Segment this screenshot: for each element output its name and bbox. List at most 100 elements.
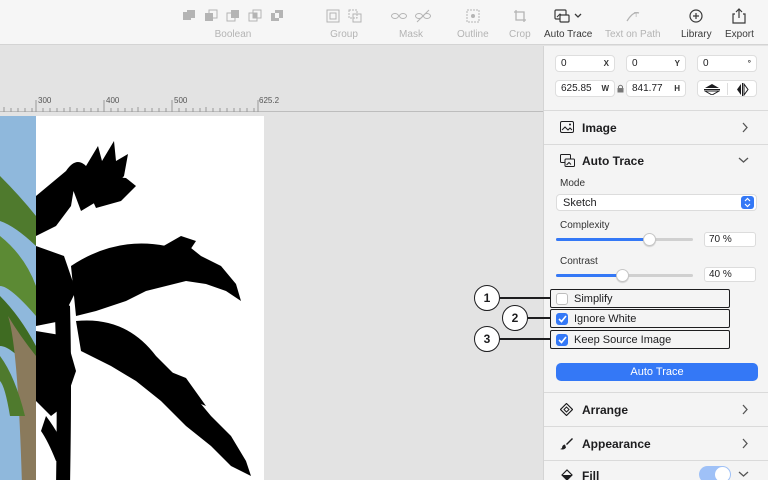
x-field[interactable]: 0 X: [555, 55, 615, 72]
checkmark-icon: [557, 314, 567, 323]
svg-text:T: T: [634, 12, 639, 19]
auto-trace-icon: [554, 9, 570, 23]
callout-line: [528, 317, 551, 319]
flip-control: [697, 80, 757, 97]
outline-label: Outline: [457, 29, 489, 40]
complexity-slider-knob[interactable]: [643, 233, 656, 246]
callout-line: [500, 297, 551, 299]
library-label: Library: [681, 29, 712, 40]
image-icon: [560, 121, 574, 133]
artboard[interactable]: [36, 116, 264, 480]
keep-source-image-option[interactable]: Keep Source Image: [550, 330, 730, 349]
chevron-right-icon: [742, 122, 748, 133]
text-on-path-button[interactable]: T Text on Path: [605, 7, 661, 40]
contrast-label: Contrast: [560, 256, 598, 267]
toggle-knob: [715, 467, 730, 480]
width-field[interactable]: 625.85 W: [555, 80, 615, 97]
crop-label: Crop: [509, 29, 531, 40]
contrast-slider-knob[interactable]: [616, 269, 629, 282]
mask-icon[interactable]: [391, 9, 407, 23]
ungroup-icon[interactable]: [348, 9, 362, 23]
exclude-icon[interactable]: [270, 9, 284, 23]
auto-trace-run-button[interactable]: Auto Trace: [556, 363, 758, 381]
union-icon[interactable]: [182, 9, 196, 23]
complexity-value: 70 %: [709, 234, 732, 245]
complexity-slider[interactable]: [556, 233, 693, 246]
chevron-down-icon[interactable]: [738, 471, 749, 478]
complexity-label: Complexity: [560, 220, 610, 231]
arrange-section-title: Arrange: [582, 403, 629, 417]
ruler-tick-label: 300: [38, 96, 52, 105]
contrast-slider[interactable]: [556, 269, 693, 282]
unmask-icon[interactable]: [415, 9, 431, 23]
width-unit: W: [601, 84, 609, 93]
y-unit: Y: [674, 59, 680, 68]
auto-trace-button[interactable]: Auto Trace: [544, 7, 592, 40]
height-value: 841.77: [632, 83, 663, 94]
canvas[interactable]: 300 400 500 625.2: [0, 46, 543, 480]
ignore-white-option[interactable]: Ignore White: [550, 309, 730, 328]
image-section-title: Image: [582, 121, 617, 135]
chevron-down-icon[interactable]: [738, 157, 749, 164]
outline-icon: [466, 9, 480, 23]
contrast-slider-fill: [556, 274, 623, 277]
simplify-option[interactable]: Simplify: [550, 289, 730, 308]
width-value: 625.85: [561, 83, 592, 94]
boolean-group[interactable]: Boolean: [182, 7, 284, 40]
subtract-icon[interactable]: [204, 9, 218, 23]
chevron-right-icon: [742, 438, 748, 449]
flip-horizontal-icon[interactable]: [736, 83, 750, 96]
contrast-field[interactable]: 40 %: [704, 267, 756, 282]
appearance-section-title: Appearance: [582, 437, 651, 451]
paintbrush-icon: [560, 438, 573, 450]
complexity-slider-fill: [556, 238, 650, 241]
crop-button[interactable]: Crop: [509, 7, 531, 40]
image-section[interactable]: Image: [544, 110, 768, 144]
auto-trace-icon: [560, 154, 575, 167]
x-unit: X: [603, 59, 609, 68]
simplify-checkbox[interactable]: [556, 292, 568, 305]
lock-icon[interactable]: [617, 84, 624, 93]
mode-select[interactable]: Sketch: [556, 194, 757, 211]
fill-section[interactable]: Fill: [544, 460, 768, 480]
keep-source-image-label: Keep Source Image: [574, 333, 672, 346]
text-on-path-label: Text on Path: [605, 29, 661, 40]
export-button[interactable]: Export: [725, 7, 754, 40]
x-value: 0: [561, 58, 567, 69]
export-label: Export: [725, 29, 754, 40]
outline-button[interactable]: Outline: [457, 7, 489, 40]
group-label: Group: [330, 29, 358, 40]
ruler-tick-label: 400: [106, 96, 120, 105]
flip-vertical-icon[interactable]: [704, 83, 720, 95]
keep-source-image-checkbox[interactable]: [556, 333, 568, 346]
rotation-field[interactable]: 0 °: [697, 55, 757, 72]
horizontal-ruler[interactable]: 300 400 500 625.2: [0, 96, 543, 112]
rotation-unit: °: [747, 59, 751, 68]
chevron-down-icon: [574, 13, 582, 18]
source-image[interactable]: [0, 116, 36, 480]
difference-icon[interactable]: [248, 9, 262, 23]
auto-trace-label: Auto Trace: [544, 29, 593, 40]
callout-1: 1: [474, 285, 500, 311]
mode-label: Mode: [560, 178, 586, 189]
complexity-field[interactable]: 70 %: [704, 232, 756, 247]
y-field[interactable]: 0 Y: [626, 55, 686, 72]
callout-3: 3: [474, 326, 500, 352]
appearance-section[interactable]: Appearance: [544, 426, 768, 460]
paint-bucket-icon: [561, 469, 573, 480]
group-group[interactable]: Group: [326, 7, 362, 40]
arrange-section[interactable]: Arrange: [544, 392, 768, 426]
mask-group[interactable]: Mask: [391, 7, 431, 40]
traced-palm-tree[interactable]: [36, 116, 264, 480]
fill-section-title: Fill: [582, 469, 600, 480]
auto-trace-section-title[interactable]: Auto Trace: [582, 154, 644, 168]
crop-icon: [513, 10, 526, 22]
group-icon[interactable]: [326, 9, 340, 23]
ignore-white-checkbox[interactable]: [556, 312, 568, 325]
height-unit: H: [674, 84, 680, 93]
library-button[interactable]: Library: [681, 7, 712, 40]
height-field[interactable]: 841.77 H: [626, 80, 686, 97]
fill-toggle[interactable]: [699, 466, 731, 480]
intersect-icon[interactable]: [226, 9, 240, 23]
mask-label: Mask: [399, 29, 423, 40]
